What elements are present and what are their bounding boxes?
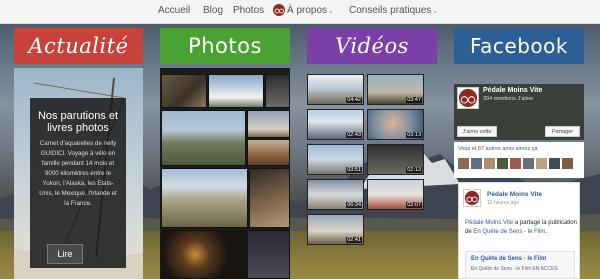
photo-thumbnail[interactable]	[161, 110, 246, 166]
facebook-post-shared-link[interactable]: En Quête de Sens - le Film	[473, 229, 545, 235]
video-thumbnail[interactable]: 03:51	[307, 144, 364, 175]
facebook-post-author[interactable]: Pédale Moins Vite	[487, 191, 542, 198]
facebook-link-card[interactable]: En Quête de Sens - le Film En Quête de S…	[465, 251, 575, 279]
photo-thumbnail[interactable]	[208, 74, 264, 108]
facebook-post-author-link[interactable]: Pédale Moins Vite	[465, 220, 513, 226]
photo-thumbnail[interactable]	[247, 139, 290, 166]
video-thumbnail[interactable]: 02:07	[367, 179, 424, 210]
friend-avatar[interactable]	[471, 158, 482, 169]
top-navigation: Accueil Blog Photos À propos⌄ Conseils p…	[0, 0, 600, 24]
lire-button[interactable]: Lire	[47, 244, 83, 264]
actualite-description: Carnet d'aquarelles de nelly GUIDICI. Vo…	[39, 140, 117, 207]
facebook-post-text-suffix: .	[545, 229, 548, 235]
video-thumbnail[interactable]: 04:42	[307, 74, 364, 105]
friend-avatar[interactable]	[497, 158, 508, 169]
video-duration: 02:13	[406, 167, 422, 173]
facebook-post-text: Pédale Moins Vite a partagé la publicati…	[465, 219, 577, 237]
video-duration: 04:42	[346, 97, 362, 103]
photos-grid	[160, 68, 290, 279]
facebook-friends-box: Vous et 87 autres amis aimez ça	[454, 142, 584, 178]
facebook-post-avatar[interactable]	[463, 189, 481, 207]
video-thumbnail[interactable]: 02:43	[307, 109, 364, 140]
facebook-page-name[interactable]: Pédale Moins Vite	[483, 87, 542, 94]
chevron-down-icon: ⌄	[432, 8, 439, 15]
video-thumbnail[interactable]: 03:13	[367, 109, 424, 140]
facebook-like-button[interactable]: J'aime cette	[457, 126, 497, 137]
friend-avatar[interactable]	[562, 158, 573, 169]
video-duration: 06:34	[346, 202, 362, 208]
friend-avatar[interactable]	[523, 158, 534, 169]
facebook-post-time[interactable]: 12 heures ago	[487, 200, 519, 206]
photo-thumbnail[interactable]	[161, 168, 248, 228]
chevron-down-icon: ⌄	[328, 8, 334, 15]
video-duration: 02:43	[346, 132, 362, 138]
facebook-link-title: En Quête de Sens - le Film	[471, 256, 547, 262]
video-duration: 03:47	[406, 97, 422, 103]
video-thumbnail[interactable]: 02:13	[367, 144, 424, 175]
nav-item-a-propos[interactable]: À propos⌄	[273, 5, 334, 16]
nav-item-accueil[interactable]: Accueil	[158, 5, 190, 16]
video-thumbnail[interactable]: 06:34	[307, 179, 364, 210]
nav-item-conseils-pratiques[interactable]: Conseils pratiques⌄	[349, 5, 438, 16]
photo-thumbnail[interactable]	[265, 74, 290, 108]
video-thumbnail[interactable]: 02:41	[307, 214, 364, 245]
facebook-link-description: En Quête de Sens - le Film EN ACCES	[471, 266, 558, 272]
facebook-friends-text: Vous et 87 autres amis aimez ça	[458, 146, 538, 152]
photo-thumbnail[interactable]	[161, 230, 246, 279]
facebook-page-mentions: 204 mentions J'aime	[483, 96, 534, 102]
header-actualite[interactable]: Actualité	[14, 28, 143, 64]
photo-thumbnail[interactable]	[249, 168, 290, 228]
photo-thumbnail[interactable]	[161, 74, 207, 108]
video-duration: 02:41	[346, 237, 362, 243]
photo-thumbnail[interactable]	[247, 110, 290, 138]
bicycle-logo-icon	[464, 190, 480, 206]
header-videos[interactable]: Vidéos	[307, 28, 437, 64]
actualite-card: Nos parutions et livres photos Carnet d'…	[30, 98, 126, 268]
friend-avatar[interactable]	[536, 158, 547, 169]
nav-item-a-propos-label: À propos	[287, 5, 328, 16]
facebook-page-avatar	[457, 87, 479, 109]
friend-avatar[interactable]	[484, 158, 495, 169]
facebook-post: Pédale Moins Vite 12 heures ago Pédale M…	[458, 182, 580, 279]
photo-thumbnail[interactable]	[247, 230, 290, 279]
facebook-page-header[interactable]: Pédale Moins Vite 204 mentions J'aime J'…	[454, 84, 584, 140]
facebook-widget: Pédale Moins Vite 204 mentions J'aime J'…	[454, 84, 584, 279]
nav-item-blog[interactable]: Blog	[203, 5, 223, 16]
video-duration: 03:51	[346, 167, 362, 173]
friend-avatar[interactable]	[458, 158, 469, 169]
friend-avatar[interactable]	[510, 158, 521, 169]
nav-item-conseils-label: Conseils pratiques	[349, 5, 432, 16]
video-thumbnail[interactable]: 03:47	[367, 74, 424, 105]
nav-item-photos[interactable]: Photos	[233, 5, 264, 16]
header-photos[interactable]: Photos	[160, 28, 290, 64]
header-facebook[interactable]: Facebook	[454, 28, 584, 64]
bicycle-logo-icon	[458, 88, 478, 108]
facebook-share-button[interactable]: Partager	[545, 126, 580, 137]
friend-avatar[interactable]	[549, 158, 560, 169]
actualite-title: Nos parutions et livres photos	[37, 110, 119, 134]
videos-grid: 04:42 03:47 02:43 03:13 03:51 02:13 06:3…	[307, 68, 437, 279]
video-duration: 02:07	[406, 202, 422, 208]
video-duration: 03:13	[406, 132, 422, 138]
